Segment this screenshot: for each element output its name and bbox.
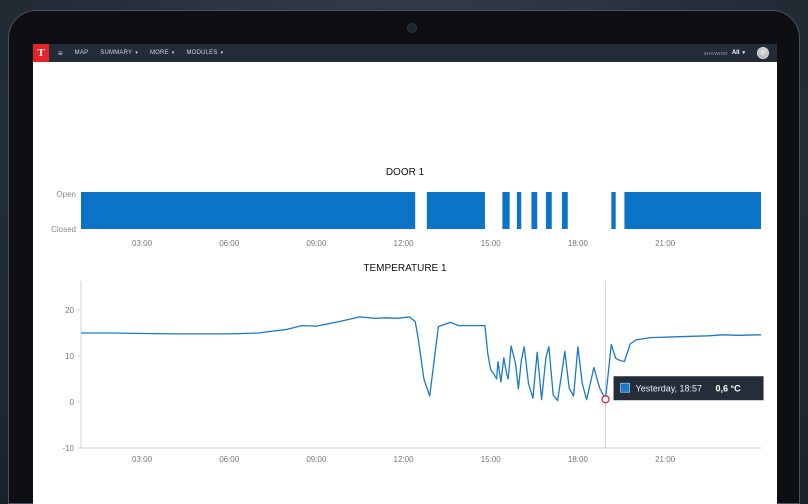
door-xtick-label: 12:00 [394,239,415,248]
temp-xtick-label: 18:00 [568,455,589,464]
temp-xtick-label: 03:00 [132,455,153,464]
chevron-down-icon: ▾ [220,50,224,56]
door-xtick-label: 18:00 [568,239,589,248]
door-xtick-label: 06:00 [219,239,240,248]
door-open-bar [611,192,616,229]
temp-xtick-label: 06:00 [219,455,240,464]
door-xtick-label: 09:00 [306,239,327,248]
webcam [408,24,416,32]
door-open-bar [624,192,761,229]
door-open-bar [81,192,416,229]
showing-label: SHOWING [703,50,728,56]
user-avatar[interactable] [757,47,769,59]
chevron-down-icon: ▾ [171,50,175,56]
nav-right-group: SHOWING All ▾ [704,47,777,59]
app-screen: T ≡ MAP SUMMARY ▾ MORE ▾ MODULES ▾ SHOWING … [33,44,777,504]
door-xtick-label: 21:00 [655,239,676,248]
nav-map[interactable]: MAP [75,50,89,56]
chevron-down-icon: ▾ [742,50,745,56]
temp-xtick-label: 21:00 [655,455,676,464]
door-open-bar [516,192,522,229]
chevron-down-icon: ▾ [135,50,138,56]
menu-icon[interactable]: ≡ [58,49,63,58]
door-open-bar [426,192,485,229]
brand-logo[interactable]: T [33,44,49,62]
nav-summary[interactable]: SUMMARY ▾ [100,50,138,56]
temp-xtick-label: 12:00 [394,455,415,464]
door-chart: Open Closed 03:00 06:00 09:00 12:00 15:00 18:0… [51,190,761,248]
tooltip-swatch [620,382,630,393]
temp-xtick-label: 15:00 [481,455,502,464]
temp-chart: -10 0 10 20 03:00 06:00 09:00 12:00 15:00 18:00 2… [62,281,764,464]
temp-chart-title: TEMPERATURE 1 [363,263,447,274]
nav-modules[interactable]: MODULES ▾ [187,50,224,56]
temp-ytick-label: 10 [65,352,74,361]
highlight-marker [601,395,610,404]
temp-ytick-label: 0 [70,398,75,407]
door-xtick-label: 15:00 [481,239,502,248]
door-open-bar [561,192,568,229]
door-open-bar [531,192,538,229]
door-xtick-label: 03:00 [132,239,153,248]
temp-ytick-label: 20 [65,306,74,315]
temp-xtick-label: 09:00 [306,455,327,464]
showing-filter[interactable]: All ▾ [732,50,745,56]
door-open-bar [502,192,510,229]
tooltip-label: Yesterday, 18:57 [636,384,703,394]
door-chart-title: DOOR 1 [385,167,425,178]
door-ylabel: Open [56,190,76,199]
temp-ytick-label: -10 [62,444,74,453]
tooltip-value: 0,6 °C [716,384,742,394]
nav-more[interactable]: MORE ▾ [150,50,175,56]
top-navbar: T ≡ MAP SUMMARY ▾ MORE ▾ MODULES ▾ SHOWING … [33,44,777,62]
door-ylabel: Closed [51,225,76,234]
door-open-bar [545,192,552,229]
